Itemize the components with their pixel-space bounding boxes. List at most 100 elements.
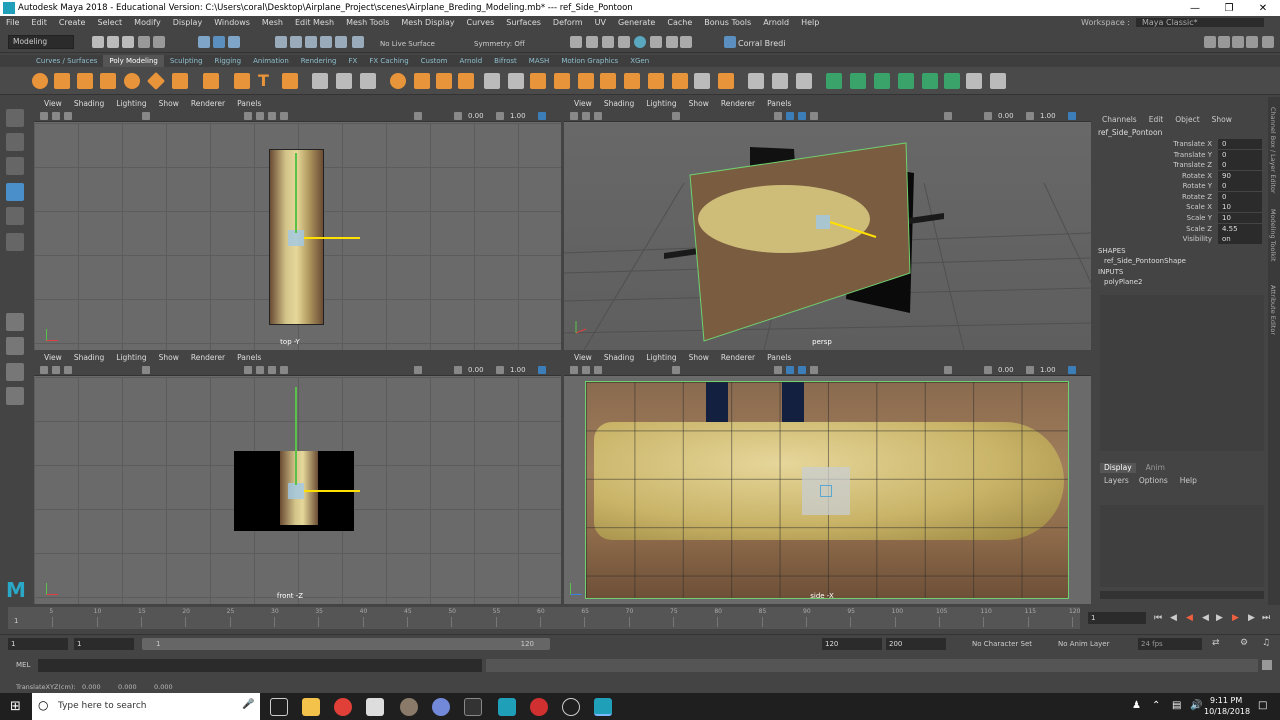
- viewport-menu-lighting[interactable]: Lighting: [640, 352, 682, 364]
- smooth-shade-icon[interactable]: [256, 112, 264, 120]
- layout-single-icon[interactable]: [6, 313, 24, 331]
- gamma-icon[interactable]: [496, 112, 504, 120]
- viewport-menu-view[interactable]: View: [568, 98, 598, 110]
- multi-cut-icon[interactable]: [578, 73, 594, 89]
- poly-sphere-icon[interactable]: [32, 73, 48, 89]
- isolate-icon[interactable]: [944, 112, 952, 120]
- play-forward-icon[interactable]: ▶: [1216, 613, 1223, 623]
- windows-start-icon[interactable]: ⊞: [10, 699, 21, 714]
- viewport-menu-view[interactable]: View: [568, 352, 598, 364]
- isolate-icon[interactable]: [414, 366, 422, 374]
- camera-icon[interactable]: [570, 366, 578, 374]
- gamma-value[interactable]: 1.00: [510, 364, 526, 376]
- step-forward-frame-icon[interactable]: ▶: [1232, 613, 1239, 623]
- viewport-menu-show[interactable]: Show: [683, 98, 715, 110]
- offset-edge-icon[interactable]: [694, 73, 710, 89]
- wireframe-icon[interactable]: [774, 366, 782, 374]
- go-to-start-icon[interactable]: ⏮: [1154, 613, 1162, 623]
- live-surface-label[interactable]: No Live Surface: [380, 40, 435, 48]
- toggle-panel-icon-4[interactable]: [1246, 36, 1258, 48]
- notifications-icon[interactable]: □: [1258, 700, 1267, 711]
- menu-edit-mesh[interactable]: Edit Mesh: [289, 18, 340, 27]
- snap-view-icon[interactable]: [320, 36, 332, 48]
- attr-value-field[interactable]: 0: [1218, 192, 1262, 202]
- shelf-tab-mash[interactable]: MASH: [523, 55, 556, 67]
- lights-icon[interactable]: [810, 366, 818, 374]
- bevel-face-icon[interactable]: [508, 73, 524, 89]
- task-view-icon[interactable]: [270, 698, 288, 716]
- select-component-icon[interactable]: [228, 36, 240, 48]
- move-manipulator-y-axis[interactable]: [295, 387, 297, 485]
- layout-four-icon[interactable]: [6, 337, 24, 355]
- grid-icon[interactable]: [672, 366, 680, 374]
- exposure-value[interactable]: 0.00: [468, 110, 484, 122]
- arnold-render-icon[interactable]: [650, 36, 662, 48]
- camera-icon[interactable]: [40, 366, 48, 374]
- grid-icon[interactable]: [672, 112, 680, 120]
- gamma-icon[interactable]: [1026, 366, 1034, 374]
- viewport-side[interactable]: View Shading Lighting Show Renderer Pane…: [564, 352, 1091, 604]
- paint-select-tool-icon[interactable]: [6, 157, 24, 175]
- poly-cube-icon[interactable]: [54, 73, 70, 89]
- smooth-shade-icon[interactable]: [786, 112, 794, 120]
- loop-icon[interactable]: ⇄: [1212, 638, 1220, 648]
- step-back-frame-icon[interactable]: ◀: [1186, 613, 1193, 623]
- frame-icon[interactable]: [52, 112, 60, 120]
- shelf-tab-rigging[interactable]: Rigging: [209, 55, 248, 67]
- pontoon-image[interactable]: [698, 185, 870, 253]
- menu-edit[interactable]: Edit: [25, 18, 53, 27]
- viewport-menu-show[interactable]: Show: [683, 352, 715, 364]
- play-backwards-icon[interactable]: ◀: [1202, 613, 1209, 623]
- current-frame-field[interactable]: 1: [1088, 612, 1146, 624]
- attr-translate-y[interactable]: Translate Y0: [1096, 150, 1268, 161]
- hypershade-icon[interactable]: [634, 36, 646, 48]
- shelf-tab-fx-caching[interactable]: FX Caching: [363, 55, 414, 67]
- viewport-menu-panels[interactable]: Panels: [231, 352, 267, 364]
- workspace-dropdown[interactable]: Maya Classic*: [1136, 18, 1264, 27]
- exposure-value[interactable]: 0.00: [468, 364, 484, 376]
- menu-cache[interactable]: Cache: [661, 18, 698, 27]
- merge-icon[interactable]: [554, 73, 570, 89]
- menu-modify[interactable]: Modify: [128, 18, 167, 27]
- side-tab-attribute-editor[interactable]: Attribute Editor: [1269, 285, 1277, 335]
- perspective-scene[interactable]: [564, 123, 1091, 350]
- toggle-panel-icon-1[interactable]: [1204, 36, 1216, 48]
- smooth-icon[interactable]: [360, 73, 376, 89]
- taskbar-date[interactable]: 10/18/2018: [1204, 707, 1250, 716]
- side-tab-channel-box[interactable]: Channel Box / Layer Editor: [1269, 107, 1277, 194]
- textured-icon[interactable]: [268, 366, 276, 374]
- file-explorer-icon[interactable]: [302, 698, 320, 716]
- move-manipulator-center[interactable]: [816, 215, 830, 229]
- textured-icon[interactable]: [798, 112, 806, 120]
- channel-menu-show[interactable]: Show: [1206, 114, 1238, 126]
- viewport-menu-renderer[interactable]: Renderer: [715, 352, 761, 364]
- target-weld-icon[interactable]: [718, 73, 734, 89]
- uv-editor-icon[interactable]: [922, 73, 938, 89]
- sound-icon[interactable]: ♫: [1262, 638, 1270, 648]
- snap-grid-icon[interactable]: [275, 36, 287, 48]
- end-time-field[interactable]: 200: [886, 638, 946, 650]
- svg-icon[interactable]: [282, 73, 298, 89]
- menu-windows[interactable]: Windows: [208, 18, 256, 27]
- prefs-icon[interactable]: ⚙: [1240, 638, 1248, 648]
- snap-surface-icon[interactable]: [335, 36, 347, 48]
- fps-dropdown[interactable]: 24 fps: [1138, 638, 1202, 650]
- select-hierarchy-icon[interactable]: [198, 36, 210, 48]
- anim-start-field[interactable]: 1: [74, 638, 134, 650]
- color-management-icon[interactable]: [538, 112, 546, 120]
- boolean-icon[interactable]: [390, 73, 406, 89]
- app-icon-10[interactable]: [562, 698, 580, 716]
- lights-icon[interactable]: [280, 112, 288, 120]
- close-button[interactable]: ✕: [1246, 3, 1280, 14]
- spherical-uv-icon[interactable]: [898, 73, 914, 89]
- viewport-menu-panels[interactable]: Panels: [761, 98, 797, 110]
- slide-edge-icon[interactable]: [796, 73, 812, 89]
- magnet-icon[interactable]: [352, 36, 364, 48]
- frame-icon[interactable]: [52, 366, 60, 374]
- exposure-icon[interactable]: [984, 366, 992, 374]
- menu-create[interactable]: Create: [53, 18, 92, 27]
- new-scene-icon[interactable]: [92, 36, 104, 48]
- layer-tab-display[interactable]: Display: [1100, 463, 1136, 473]
- network-icon[interactable]: ▤: [1172, 700, 1181, 711]
- maya-taskbar-icon-2[interactable]: [594, 698, 612, 716]
